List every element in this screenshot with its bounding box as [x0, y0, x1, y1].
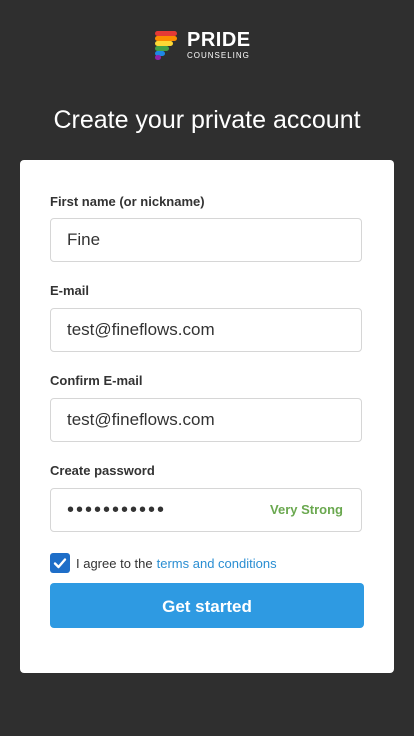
password-strength-indicator: Very Strong [270, 502, 343, 517]
first-name-input[interactable] [51, 219, 361, 261]
checkmark-icon [53, 558, 67, 569]
signup-card: First name (or nickname) E-mail Confirm … [20, 160, 394, 673]
first-name-field-box [50, 218, 362, 262]
first-name-label: First name (or nickname) [50, 194, 205, 209]
confirm-email-field-box [50, 398, 362, 442]
signup-page: PRIDE COUNSELING Create your private acc… [0, 0, 414, 736]
confirm-email-input[interactable] [51, 399, 361, 441]
email-field-box [50, 308, 362, 352]
terms-agreement-row: I agree to the terms and conditions [50, 552, 277, 574]
email-input[interactable] [51, 309, 361, 351]
get-started-button[interactable]: Get started [50, 583, 364, 628]
confirm-email-label: Confirm E-mail [50, 373, 143, 388]
page-title: Create your private account [53, 106, 361, 134]
password-label: Create password [50, 463, 155, 478]
terms-checkbox[interactable] [50, 553, 70, 573]
brand-text: PRIDE COUNSELING [187, 30, 251, 60]
password-field-box: Very Strong [50, 488, 362, 532]
pride-rainbow-icon [155, 31, 177, 60]
brand-name: PRIDE [187, 29, 251, 51]
terms-and-conditions-link[interactable]: terms and conditions [157, 556, 277, 571]
email-label: E-mail [50, 283, 90, 298]
password-input[interactable] [51, 489, 251, 531]
brand-logo: PRIDE COUNSELING [153, 28, 263, 62]
brand-tagline: COUNSELING [187, 51, 250, 60]
terms-agreement-text: I agree to the [76, 555, 153, 571]
